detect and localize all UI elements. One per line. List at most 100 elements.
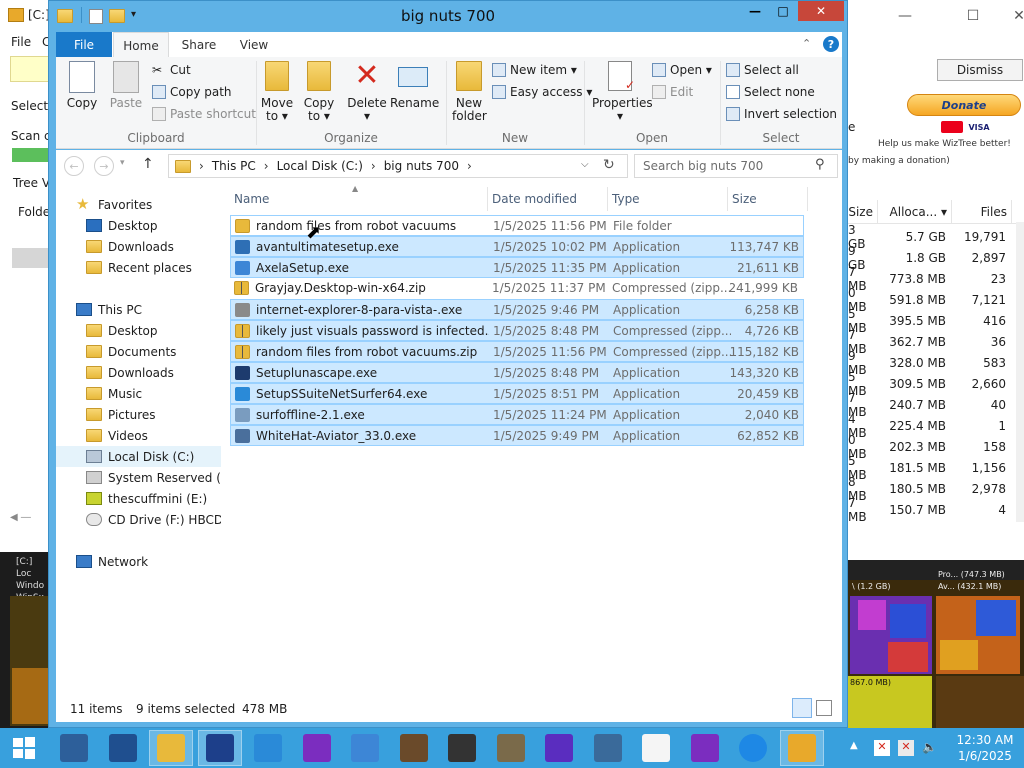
properties-button[interactable]: ✓ Properties ▾ (592, 61, 653, 123)
wiztree-files-header[interactable]: Files (952, 200, 1012, 224)
start-button[interactable] (0, 730, 48, 766)
wiztree-row[interactable]: 3 GB 5.7 GB 19,791 (848, 223, 1024, 251)
nav-network[interactable]: Network (56, 551, 221, 572)
wiztree-selected-row[interactable] (12, 248, 50, 268)
taskbar-app-button[interactable] (586, 730, 630, 766)
edit-button[interactable]: Edit (652, 85, 693, 99)
file-row[interactable]: Setuplunascape.exe 1/5/2025 8:48 PM Applic… (230, 362, 804, 383)
refresh-icon[interactable]: ↻ (603, 157, 615, 173)
column-type[interactable]: Type (608, 187, 728, 211)
show-hidden-icons-button[interactable]: ▲ (850, 740, 858, 751)
nav-documents[interactable]: Documents (56, 341, 221, 362)
tab-view[interactable]: View (229, 32, 279, 57)
wiztree-minimize-button[interactable]: — (882, 0, 928, 32)
delete-button[interactable]: ✕ Delete ▾ (346, 61, 388, 123)
wiztree-row[interactable]: 5 MB 309.5 MB 2,660 (848, 370, 1024, 398)
wiztree-row[interactable]: 7 MB 773.8 MB 23 (848, 265, 1024, 293)
wiztree-row[interactable]: 4 MB 225.4 MB 1 (848, 412, 1024, 440)
breadcrumb-big-nuts-700[interactable]: big nuts 700 (384, 159, 459, 173)
paste-shortcut-button[interactable]: Paste shortcut (152, 107, 256, 121)
wiztree-row[interactable]: 9 GB 1.8 GB 2,897 (848, 244, 1024, 272)
taskbar-app-button[interactable] (149, 730, 193, 766)
taskbar-app-button[interactable] (343, 730, 387, 766)
nav-system-reserved[interactable]: System Reserved (D: (56, 467, 221, 488)
explorer-titlebar[interactable]: big nuts 700 ▾ — □ ✕ (49, 1, 847, 31)
nav-thescuffmini[interactable]: thescuffmini (E:) (56, 488, 221, 509)
file-row[interactable]: random files from robot vacuums.zip 1/5/2… (230, 341, 804, 362)
nav-pc-desktop[interactable]: Desktop (56, 320, 221, 341)
nav-local-disk[interactable]: Local Disk (C:) (56, 446, 221, 467)
wiztree-treemap[interactable]: \ (1.2 GB) Pro... (747.3 MB) Av... (432.… (848, 560, 1024, 728)
new-item-button[interactable]: New item ▾ (492, 63, 577, 77)
action-center-icon[interactable]: ✕ (874, 740, 890, 756)
taskbar-app-button[interactable] (246, 730, 290, 766)
nav-this-pc[interactable]: This PC (56, 299, 221, 320)
column-name[interactable]: Name (230, 187, 488, 211)
wiztree-row[interactable]: 5 MB 395.5 MB 416 (848, 307, 1024, 335)
cut-button[interactable]: ✂ Cut (152, 63, 191, 77)
taskbar-app-button[interactable] (683, 730, 727, 766)
explorer-maximize-button[interactable]: □ (770, 1, 796, 21)
file-row[interactable]: WhiteHat-Aviator_33.0.exe 1/5/2025 9:49 P… (230, 425, 804, 446)
help-icon[interactable]: ? (823, 36, 839, 52)
file-row[interactable]: AxelaSetup.exe 1/5/2025 11:35 PM Applicati… (230, 257, 804, 278)
taskbar-app-button[interactable] (392, 730, 436, 766)
large-icons-view-icon[interactable] (816, 700, 832, 716)
address-dropdown-icon[interactable]: ⌵ (581, 159, 589, 170)
column-date-modified[interactable]: Date modified (488, 187, 608, 211)
details-view-icon[interactable] (792, 698, 812, 718)
recent-locations-icon[interactable]: ▾ (120, 158, 125, 168)
wiztree-row[interactable]: 8 MB 180.5 MB 2,978 (848, 475, 1024, 503)
explorer-close-button[interactable]: ✕ (798, 1, 844, 21)
wiztree-close-button[interactable]: ✕ (996, 0, 1024, 32)
quick-access-dropdown-icon[interactable]: ▾ (131, 9, 136, 20)
rename-button[interactable]: Rename (390, 61, 439, 110)
wiztree-size-header[interactable]: Size (848, 200, 878, 224)
wiztree-drive-select[interactable] (10, 56, 50, 82)
open-button[interactable]: Open ▾ (652, 63, 712, 77)
nav-videos[interactable]: Videos (56, 425, 221, 446)
nav-music[interactable]: Music (56, 383, 221, 404)
breadcrumb-this-pc[interactable]: This PC (212, 159, 256, 173)
taskbar-clock[interactable]: 12:30 AM 1/6/2025 (950, 728, 1020, 768)
taskbar-app-button[interactable] (52, 730, 96, 766)
paste-button[interactable]: Paste (106, 61, 146, 110)
copy-path-button[interactable]: Copy path (152, 85, 232, 99)
wiztree-row[interactable]: 0 MB 202.3 MB 158 (848, 433, 1024, 461)
up-button[interactable]: ↑ (142, 156, 154, 172)
copy-button[interactable]: Copy (62, 61, 102, 110)
donate-button[interactable]: Donate (907, 94, 1021, 116)
taskbar-app-button[interactable] (295, 730, 339, 766)
wiztree-vscroll[interactable] (1016, 222, 1024, 522)
taskbar-app-button[interactable] (440, 730, 484, 766)
volume-icon[interactable]: 🔈 (922, 740, 938, 756)
column-size[interactable]: Size (728, 187, 808, 211)
easy-access-button[interactable]: Easy access ▾ (492, 85, 592, 99)
wiztree-row[interactable]: 7 MB 362.7 MB 36 (848, 328, 1024, 356)
collapse-ribbon-icon[interactable]: ⌃ (802, 37, 811, 50)
new-folder-quick-icon[interactable] (109, 9, 125, 23)
network-status-icon[interactable]: ✕ (898, 740, 914, 756)
move-to-button[interactable]: Move to ▾ (260, 61, 294, 123)
nav-favorites[interactable]: ★ Favorites (56, 194, 221, 215)
wiztree-row[interactable]: 9 MB 328.0 MB 583 (848, 349, 1024, 377)
wiztree-menu-file[interactable]: File (11, 35, 31, 49)
taskbar-app-button[interactable] (634, 730, 678, 766)
tab-home[interactable]: Home (113, 32, 169, 58)
breadcrumb-local-disk[interactable]: Local Disk (C:) (277, 159, 363, 173)
wiztree-row[interactable]: 5 MB 181.5 MB 1,156 (848, 454, 1024, 482)
explorer-minimize-button[interactable]: — (742, 1, 768, 21)
taskbar-app-button[interactable] (101, 730, 145, 766)
search-input[interactable]: Search big nuts 700 ⚲ (634, 154, 838, 178)
wiztree-row[interactable]: 0 MB 591.8 MB 7,121 (848, 286, 1024, 314)
nav-pc-downloads[interactable]: Downloads (56, 362, 221, 383)
nav-desktop[interactable]: Desktop (56, 215, 221, 236)
wiztree-allocated-header[interactable]: Alloca... ▾ (878, 200, 952, 224)
wiztree-maximize-button[interactable]: ☐ (950, 0, 996, 32)
wiztree-row[interactable]: 7 MB 150.7 MB 4 (848, 496, 1024, 524)
new-folder-button[interactable]: New folder (452, 61, 487, 123)
select-none-button[interactable]: Select none (726, 85, 815, 99)
taskbar-app-button[interactable] (779, 730, 824, 766)
taskbar-app-button[interactable] (537, 730, 581, 766)
tab-file[interactable]: File (56, 32, 112, 57)
